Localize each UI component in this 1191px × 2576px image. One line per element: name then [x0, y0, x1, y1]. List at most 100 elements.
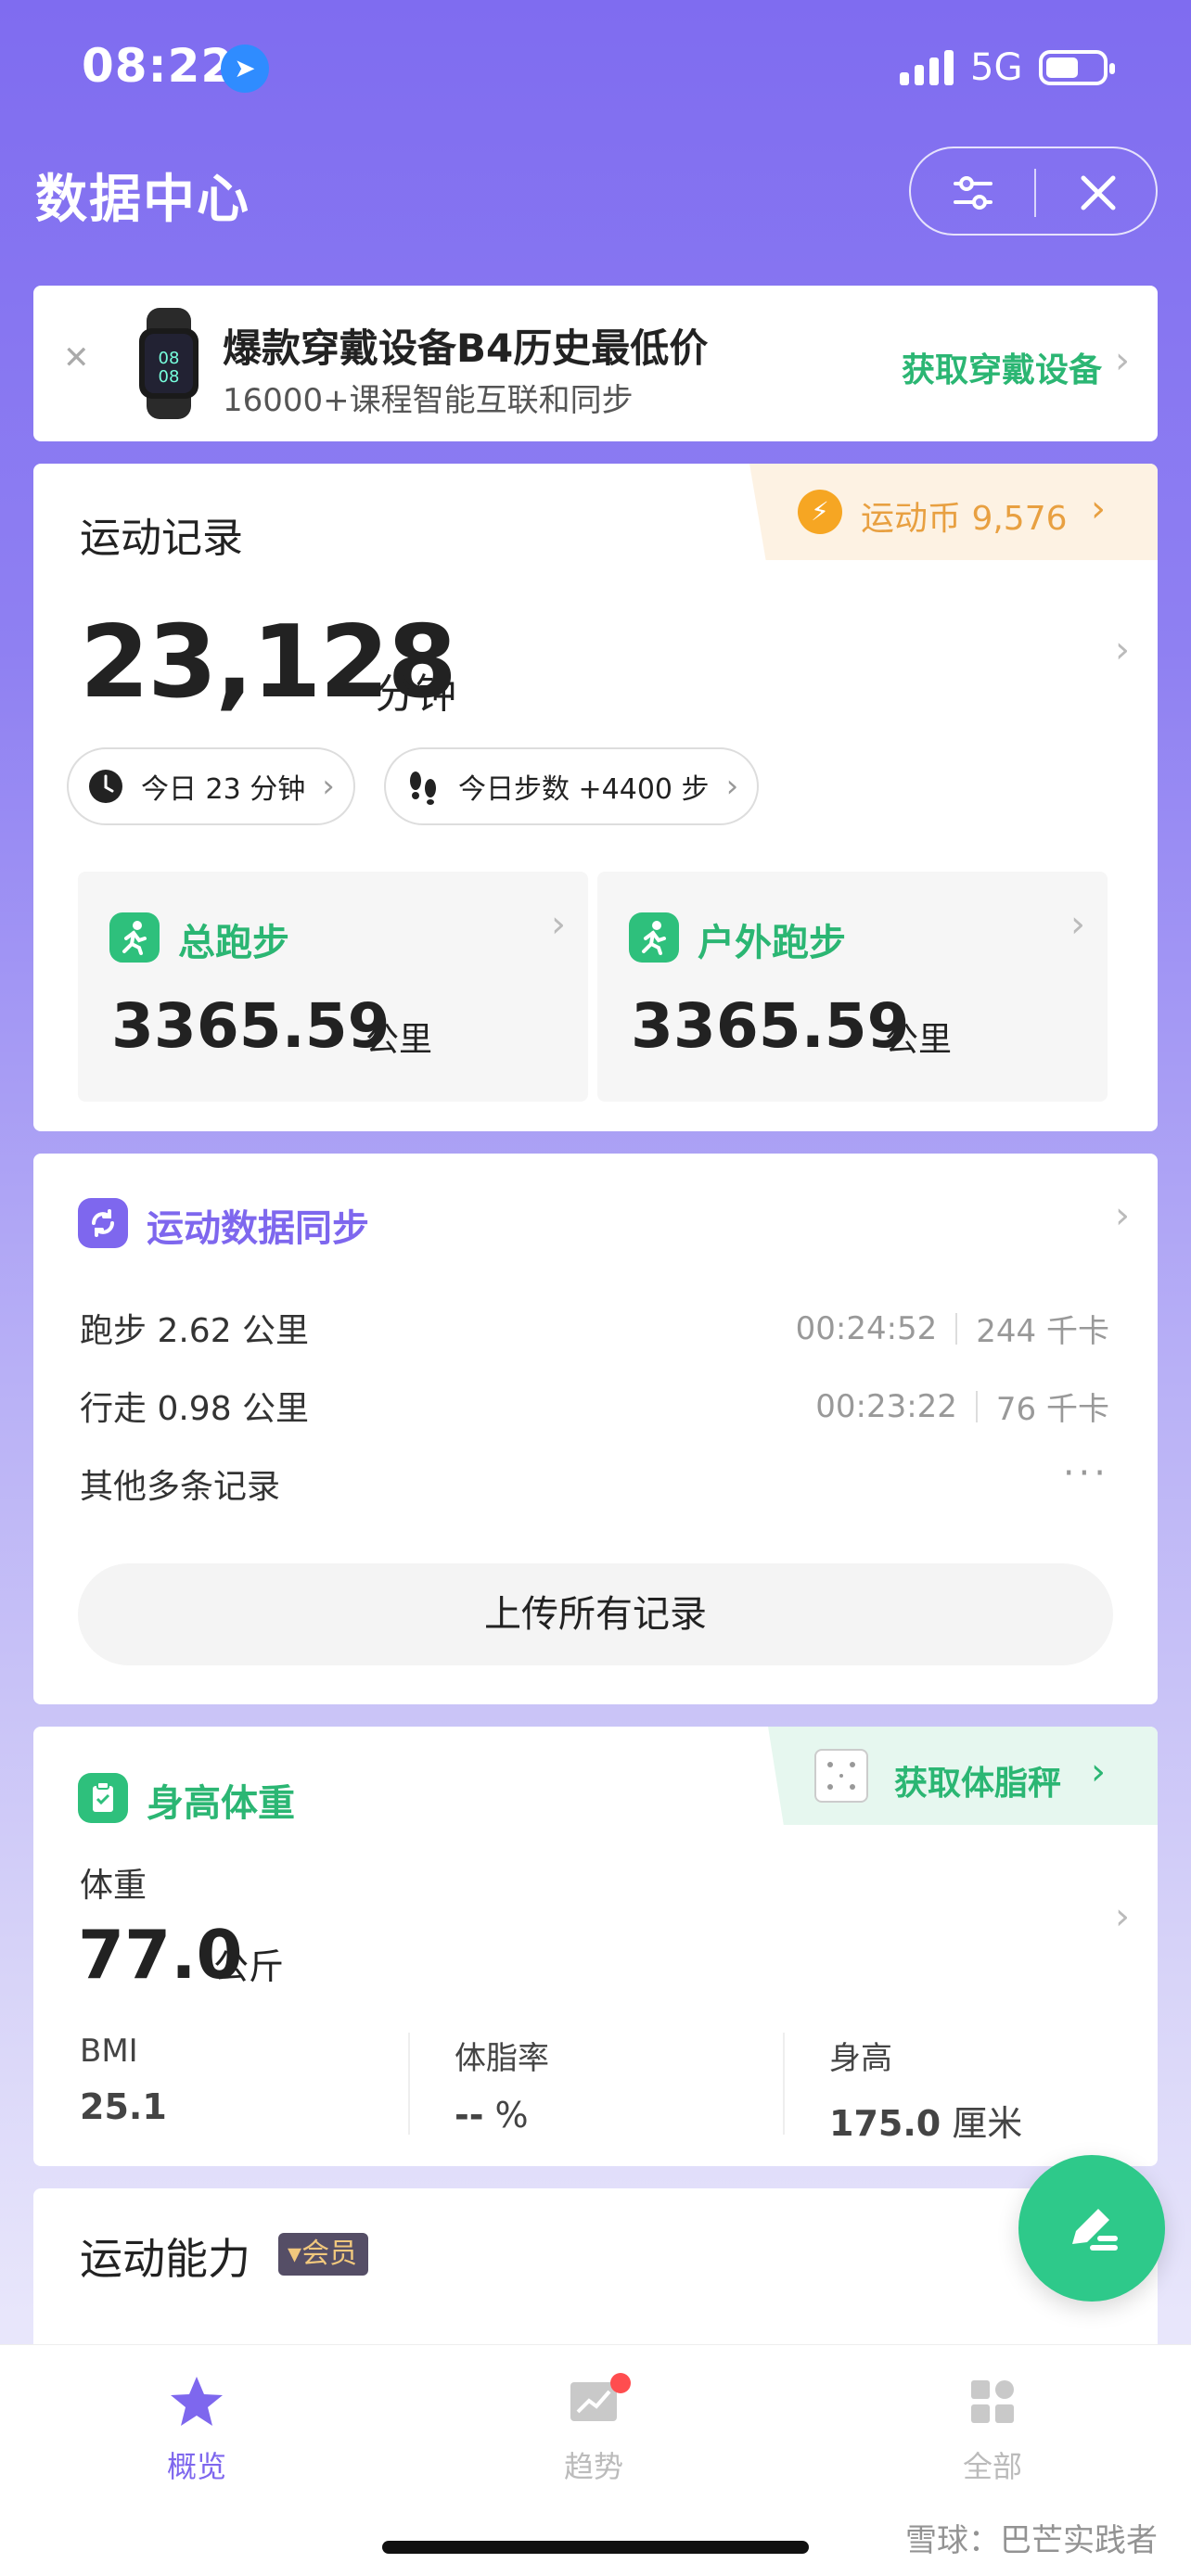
weight-label: 体重 [80, 1867, 147, 1905]
status-bar: 08:22 ➤ 5G [0, 0, 1191, 139]
outdoor-run-box[interactable]: 户外跑步 › 3365.59 公里 [597, 872, 1108, 1102]
battery-icon [1039, 50, 1115, 85]
metric-key: BMI [80, 2033, 138, 2070]
sync-row-time: 00:24:52 [795, 1309, 938, 1347]
tab-label: 趋势 [563, 2449, 623, 2484]
clock-icon [89, 770, 122, 803]
chevron-right-icon: › [725, 768, 739, 805]
settings-button[interactable] [911, 148, 1034, 237]
total-run-box[interactable]: 总跑步 › 3365.59 公里 [78, 872, 588, 1102]
tab-label: 概览 [166, 2449, 226, 2484]
chevron-right-icon[interactable]: › [1115, 1895, 1130, 1938]
get-scale-tag[interactable]: 获取体脂秤 › [768, 1727, 1158, 1825]
sport-record-card[interactable]: 运动记录 ⚡ 运动币 9,576 › 23,128 分钟 › 今日 23 分钟 … [33, 464, 1158, 1131]
today-minutes-label: 今日 23 分钟 [141, 773, 306, 806]
close-icon [1081, 175, 1115, 210]
home-indicator[interactable] [382, 2541, 809, 2554]
sport-coin-label: 运动币 9,576 [861, 500, 1068, 538]
more-dots-icon[interactable]: ··· [1063, 1452, 1109, 1495]
sync-row-calories: 244 千卡 [976, 1313, 1109, 1350]
chevron-right-icon: › [551, 903, 566, 946]
grid-icon [971, 2380, 1014, 2423]
status-time: 08:22 [82, 39, 235, 93]
vip-badge: ▾会员 [278, 2233, 369, 2276]
get-scale-label: 获取体脂秤 [894, 1765, 1062, 1803]
chevron-right-icon[interactable]: › [1115, 629, 1130, 671]
watermark: 雪球：巴芒实践者 [905, 2522, 1158, 2559]
divider [783, 2033, 785, 2135]
metric-unit: % [494, 2095, 529, 2136]
clipboard-icon [78, 1773, 128, 1823]
lightning-coin-icon: ⚡ [798, 490, 842, 534]
today-steps-label: 今日步数 +4400 步 [458, 773, 710, 806]
metric-key: 体脂率 [455, 2040, 549, 2077]
height-metric: 身高 175.0 厘米 [829, 2033, 1158, 2144]
tab-label: 全部 [962, 2449, 1022, 2484]
outdoor-run-unit: 公里 [885, 1021, 953, 1059]
divider [408, 2033, 410, 2135]
today-minutes-pill[interactable]: 今日 23 分钟 › [67, 747, 355, 825]
location-arrow-icon: ➤ [221, 45, 269, 93]
chevron-right-icon: › [322, 768, 335, 805]
today-steps-pill[interactable]: 今日步数 +4400 步 › [384, 747, 760, 825]
vip-label: 会员 [301, 2238, 358, 2270]
sync-row-label: 跑步 2.62 公里 [80, 1312, 310, 1350]
chevron-right-icon: › [1115, 339, 1130, 382]
record-title: 运动记录 [80, 515, 243, 562]
divider [955, 1312, 958, 1345]
sync-row-time: 00:23:22 [815, 1387, 957, 1425]
height-weight-title: 身高体重 [147, 1782, 295, 1825]
total-run-name: 总跑步 [178, 922, 289, 964]
total-run-unit: 公里 [365, 1021, 433, 1059]
svg-text:08: 08 [159, 367, 180, 387]
chevron-right-icon[interactable]: › [1115, 1194, 1130, 1237]
banner-title: 爆款穿戴设备B4历史最低价 [223, 325, 709, 371]
weight-unit: 公斤 [213, 1946, 285, 1987]
smart-band-image: 08 08 [139, 308, 198, 419]
sync-title: 运动数据同步 [147, 1207, 369, 1250]
get-wearable-link[interactable]: 获取穿戴设备 [902, 343, 1102, 391]
tab-all[interactable]: 全部 [900, 2373, 1085, 2486]
promo-banner[interactable]: ✕ 08 08 爆款穿戴设备B4历史最低价 16000+课程智能互联和同步 获取… [33, 286, 1158, 441]
body-scale-image [814, 1749, 868, 1803]
vip-diamond-icon: ▾ [288, 2238, 302, 2270]
outdoor-run-value: 3365.59 [631, 990, 910, 1062]
page-title: 数据中心 [35, 170, 250, 230]
record-edit-fab[interactable] [1018, 2155, 1165, 2302]
chevron-right-icon: › [1070, 903, 1085, 946]
total-minutes-unit: 分钟 [375, 670, 456, 718]
body-fat-metric: 体脂率 --% [455, 2033, 829, 2136]
sync-more-label: 其他多条记录 [80, 1468, 281, 1506]
running-icon [109, 912, 160, 963]
metric-value: 175.0 [829, 2103, 941, 2144]
chevron-right-icon: › [1091, 488, 1106, 530]
height-weight-card[interactable]: 获取体脂秤 › 身高体重 体重 77.0 公斤 › BMI 25.1 体脂率 -… [33, 1727, 1158, 2166]
sync-icon [78, 1198, 128, 1248]
total-run-value: 3365.59 [111, 990, 391, 1062]
sync-row-calories: 76 千卡 [995, 1391, 1109, 1428]
svg-text:08: 08 [159, 349, 180, 368]
ability-title: 运动能力 [80, 2234, 250, 2284]
notification-dot [610, 2373, 631, 2393]
sliders-icon [953, 176, 992, 210]
footprints-icon [410, 772, 436, 805]
sport-coin-tag[interactable]: ⚡ 运动币 9,576 › [749, 464, 1158, 560]
tab-trend[interactable]: 趋势 [501, 2373, 686, 2486]
edit-pen-icon [1072, 2209, 1118, 2251]
upload-all-button[interactable]: 上传所有记录 [78, 1563, 1113, 1665]
chevron-right-icon: › [1091, 1751, 1106, 1793]
tab-overview[interactable]: 概览 [104, 2373, 289, 2486]
banner-close-icon[interactable]: ✕ [63, 339, 90, 376]
metric-key: 身高 [829, 2040, 892, 2077]
outdoor-run-name: 户外跑步 [698, 922, 846, 964]
star-icon [171, 2377, 223, 2426]
bmi-metric: BMI 25.1 [80, 2033, 455, 2135]
sync-row-stats: 00:23:22 76 千卡 [815, 1384, 1109, 1429]
metric-value: -- [455, 2095, 484, 2136]
sync-card[interactable]: 运动数据同步 › 跑步 2.62 公里 00:24:52 244 千卡 行走 0… [33, 1154, 1158, 1704]
close-button[interactable] [1036, 148, 1159, 237]
sync-row-stats: 00:24:52 244 千卡 [796, 1306, 1109, 1351]
metric-value: 25.1 [80, 2086, 167, 2127]
running-icon [629, 912, 679, 963]
network-type: 5G [970, 46, 1023, 89]
